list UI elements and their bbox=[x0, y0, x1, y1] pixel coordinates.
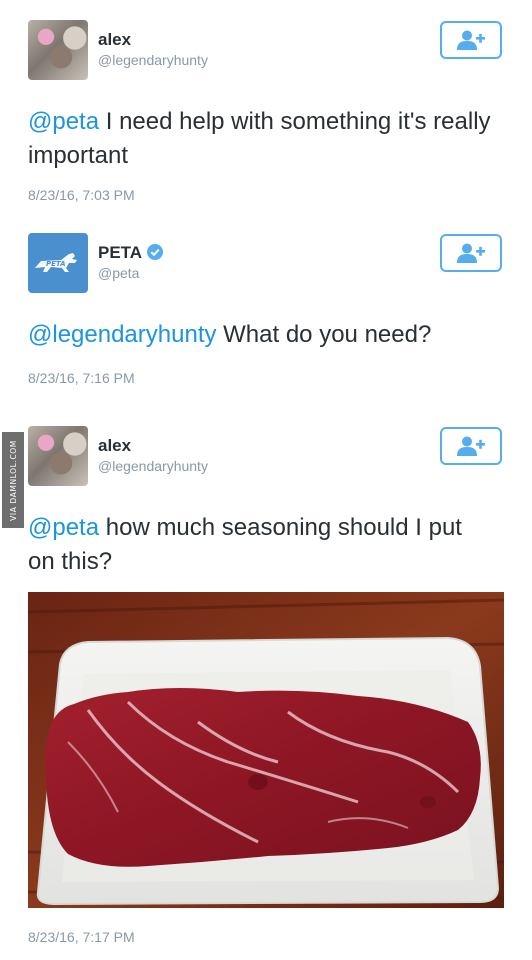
user-handle[interactable]: @legendaryhunty bbox=[98, 52, 208, 68]
tweet-text: @peta I need help with something it's re… bbox=[28, 105, 492, 173]
follow-button[interactable] bbox=[440, 21, 502, 59]
avatar[interactable] bbox=[28, 20, 88, 80]
tweet-text: @legendaryhunty What do you need? bbox=[28, 318, 492, 352]
avatar[interactable] bbox=[28, 426, 88, 486]
mention-link[interactable]: @peta bbox=[28, 108, 99, 135]
steak-image bbox=[28, 592, 504, 908]
display-name[interactable]: alex bbox=[98, 30, 131, 50]
tweet-body: What do you need? bbox=[216, 321, 432, 348]
user-handle[interactable]: @peta bbox=[98, 265, 139, 281]
display-name[interactable]: PETA bbox=[98, 243, 164, 263]
add-user-icon bbox=[457, 436, 485, 456]
timestamp[interactable]: 8/23/16, 7:03 PM bbox=[28, 187, 135, 203]
user-handle[interactable]: @legendaryhunty bbox=[98, 458, 208, 474]
peta-logo-icon: PETA bbox=[35, 253, 77, 272]
verified-badge-icon bbox=[147, 244, 164, 260]
watermark: VIA DAMNLOL.COM bbox=[2, 432, 24, 528]
follow-button[interactable] bbox=[440, 427, 502, 465]
add-user-icon bbox=[457, 30, 485, 50]
mention-link[interactable]: @legendaryhunty bbox=[28, 321, 216, 348]
tweet-text: @peta how much seasoning should I put on… bbox=[28, 511, 492, 579]
timestamp[interactable]: 8/23/16, 7:17 PM bbox=[28, 929, 135, 945]
svg-text:PETA: PETA bbox=[46, 260, 66, 268]
timestamp[interactable]: 8/23/16, 7:16 PM bbox=[28, 370, 135, 386]
steak-photo[interactable] bbox=[28, 592, 504, 908]
avatar[interactable]: PETA bbox=[28, 233, 88, 293]
mention-link[interactable]: @peta bbox=[28, 514, 99, 541]
follow-button[interactable] bbox=[440, 234, 502, 272]
add-user-icon bbox=[457, 243, 485, 263]
display-name[interactable]: alex bbox=[98, 436, 131, 456]
